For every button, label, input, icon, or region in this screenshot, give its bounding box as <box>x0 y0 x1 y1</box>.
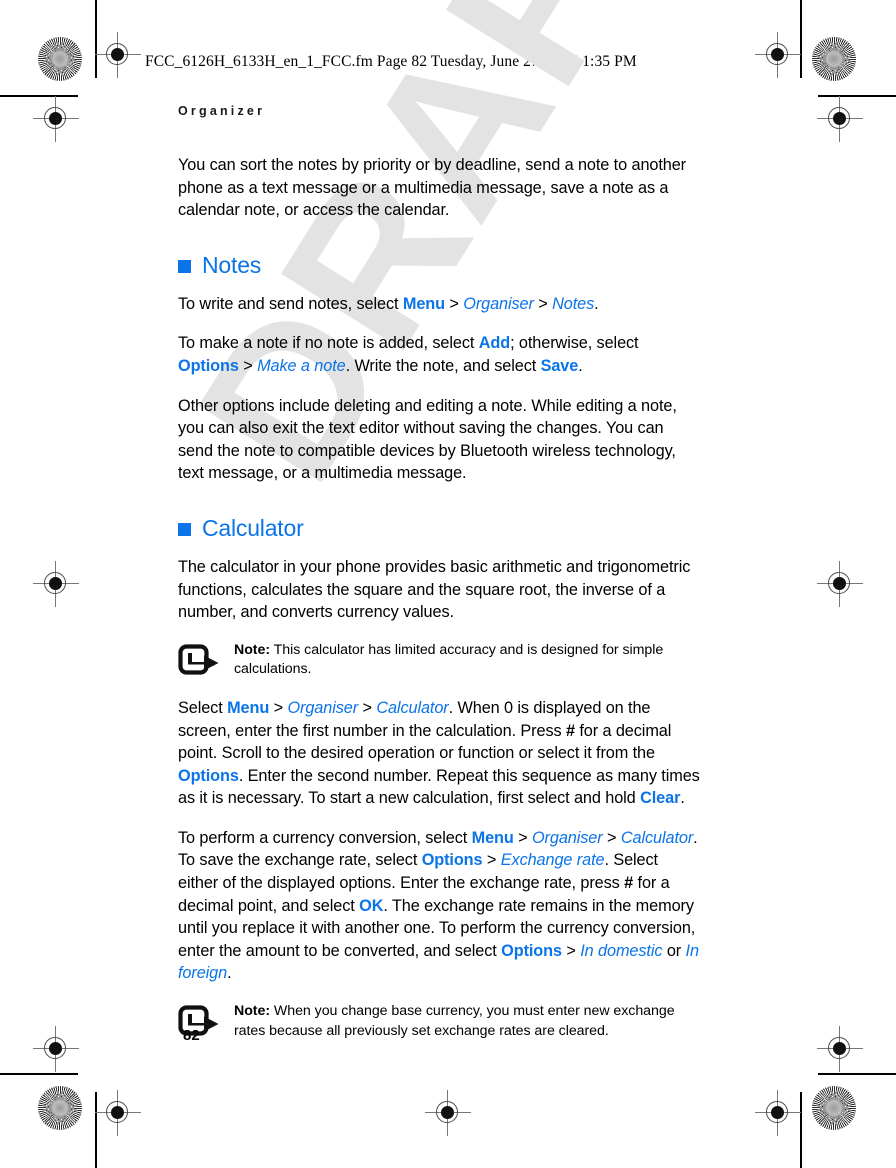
registration-target <box>95 32 141 78</box>
text-run-menu: Organiser <box>531 828 603 847</box>
note-callout: Note: This calculator has limited accura… <box>178 641 702 680</box>
section-heading-notes: Notes <box>178 252 702 279</box>
text-run-cmd: Save <box>540 356 579 375</box>
text-run-cmd: Menu <box>227 698 270 717</box>
text-run-cmd: Options <box>421 851 483 870</box>
text-run-plain: . Write the note, and select <box>345 356 541 375</box>
text-run-plain: . Enter the second number. Repeat this s… <box>178 766 700 808</box>
text-run-plain: > <box>602 828 621 847</box>
paragraph-notes-1: To write and send notes, select Menu > O… <box>178 293 702 316</box>
text-run-menu: Calculator <box>620 828 694 847</box>
section-bullet-icon <box>178 522 191 536</box>
intro-paragraph: You can sort the notes by priority or by… <box>178 156 687 220</box>
star-burst-target <box>812 37 856 81</box>
note-label: Note: <box>234 1003 271 1020</box>
text-run-plain: Other options include deleting and editi… <box>178 396 677 483</box>
file-slug: FCC_6126H_6133H_en_1_FCC.fm Page 82 Tues… <box>145 53 637 70</box>
text-run-cmd: Menu <box>471 828 514 847</box>
section-heading-calculator: Calculator <box>178 515 702 542</box>
star-burst-target <box>38 1086 82 1130</box>
star-burst-target <box>812 1086 856 1130</box>
text-run-menu: Organiser <box>287 698 359 717</box>
registration-target <box>33 96 79 142</box>
text-run-bold: # <box>624 874 634 893</box>
registration-target <box>33 1026 79 1072</box>
note-body: When you change base currency, you must … <box>234 1003 675 1039</box>
text-run-plain: To make a note if no note is added, sele… <box>178 334 479 353</box>
crop-line-bottom-right <box>818 1073 896 1075</box>
text-run-plain: To perform a currency conversion, select <box>178 828 472 847</box>
registration-target <box>817 561 863 607</box>
text-run-plain: > <box>444 294 464 313</box>
page-number: 82 <box>183 1027 200 1044</box>
note-callout: Note: When you change base currency, you… <box>178 1002 702 1041</box>
registration-target <box>425 1090 471 1136</box>
text-run-plain: > <box>482 851 501 870</box>
text-run-plain: > <box>513 828 532 847</box>
text-run-cmd: Options <box>178 356 239 375</box>
text-run-plain: > <box>561 941 581 960</box>
text-run-cmd: OK <box>359 896 384 915</box>
registration-target <box>95 1090 141 1136</box>
paragraph-notes-3: Other options include deleting and editi… <box>178 395 702 485</box>
note-callout-text: Note: This calculator has limited accura… <box>234 641 702 680</box>
text-run-plain: To write and send notes, select <box>178 294 403 313</box>
text-run-cmd: Clear <box>640 789 681 808</box>
note-callout-text: Note: When you change base currency, you… <box>234 1002 702 1041</box>
text-run-cmd: Add <box>478 334 511 353</box>
text-run-plain: > <box>238 356 258 375</box>
page-content: Organizer You can sort the notes by prio… <box>178 104 702 1058</box>
registration-target <box>817 1026 863 1072</box>
text-run-plain: or <box>662 941 686 960</box>
paragraph-calculator-select: Select Menu > Organiser > Calculator. Wh… <box>178 697 702 810</box>
note-arrow-icon <box>178 644 222 676</box>
section-bullet-icon <box>178 259 191 273</box>
text-run-menu: In domestic <box>580 941 663 960</box>
text-run-menu: Exchange rate <box>500 851 605 870</box>
text-run-cmd: Menu <box>402 294 445 313</box>
note-body: This calculator has limited accuracy and… <box>234 641 664 678</box>
running-head: Organizer <box>178 104 266 118</box>
star-burst-target <box>38 37 82 81</box>
text-run-plain: . <box>680 789 685 808</box>
text-run-plain: ; otherwise, select <box>510 334 639 353</box>
text-run-menu: Organiser <box>463 294 534 313</box>
registration-target <box>755 32 801 78</box>
registration-target <box>33 561 79 607</box>
text-run-bold: # <box>565 721 575 740</box>
paragraph-calculator-currency: To perform a currency conversion, select… <box>178 827 702 985</box>
paragraph-calculator-1: The calculator in your phone provides ba… <box>178 556 702 624</box>
text-run-cmd: Options <box>178 766 239 785</box>
text-run-plain: . <box>594 294 599 313</box>
text-run-plain: . <box>578 356 583 375</box>
registration-target <box>755 1090 801 1136</box>
text-run-menu: Calculator <box>376 698 449 717</box>
paragraph-notes-2: To make a note if no note is added, sele… <box>178 332 702 377</box>
text-run-menu: Notes <box>552 294 595 313</box>
text-run-plain: Select <box>178 698 228 717</box>
text-run-plain: > <box>269 698 288 717</box>
note-label: Note: <box>234 641 271 658</box>
text-run-menu: Make a note <box>257 356 346 375</box>
text-run-plain: > <box>358 698 377 717</box>
registration-target <box>817 96 863 142</box>
crop-line-bottom-left <box>0 1073 78 1075</box>
text-run-plain: The calculator in your phone provides ba… <box>178 557 691 622</box>
section-heading-label: Calculator <box>202 514 304 541</box>
text-run-plain: . <box>227 964 232 983</box>
section-heading-label: Notes <box>202 251 262 278</box>
text-run-plain: > <box>533 294 553 313</box>
text-run-cmd: Options <box>501 941 562 960</box>
